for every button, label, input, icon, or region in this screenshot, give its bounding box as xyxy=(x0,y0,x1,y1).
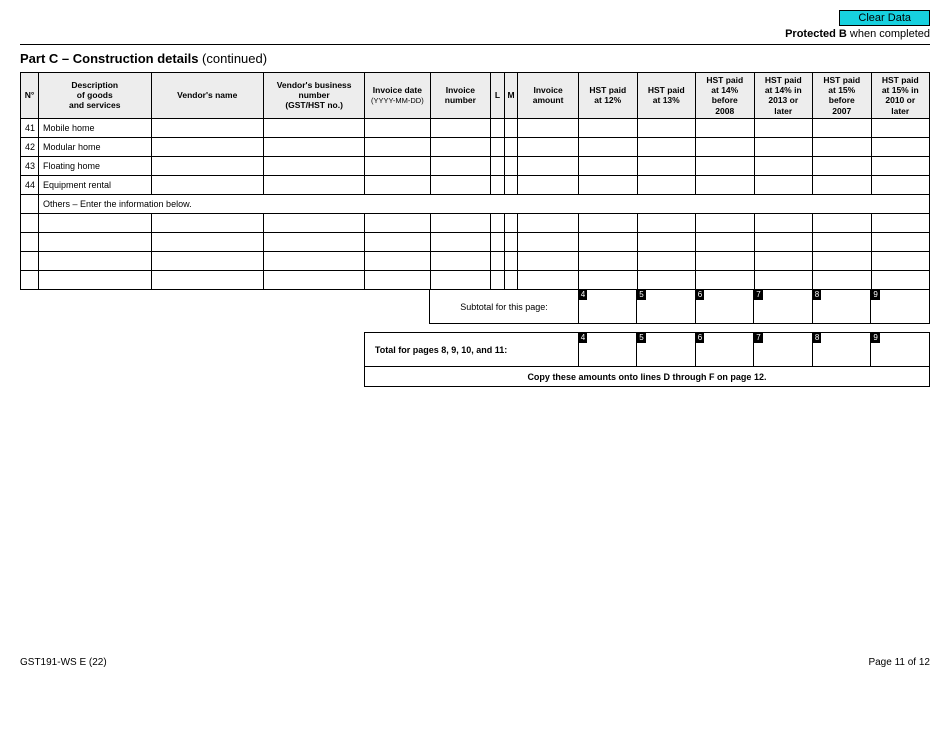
row-num: 44 xyxy=(21,175,39,194)
subtotal-label: Subtotal for this page: xyxy=(430,290,579,324)
col-desc: Descriptionof goodsand services xyxy=(39,73,152,119)
col-m: M xyxy=(504,73,518,119)
col-l: L xyxy=(491,73,505,119)
row-desc: Modular home xyxy=(39,137,152,156)
subtotal-6[interactable]: 6 xyxy=(695,290,754,324)
part-title: Part C – Construction details (continued… xyxy=(20,51,930,66)
table-row[interactable]: 41Mobile home xyxy=(21,118,930,137)
col-n: N° xyxy=(21,73,39,119)
row-num: 42 xyxy=(21,137,39,156)
table-row[interactable] xyxy=(21,232,930,251)
total-5[interactable]: 5 xyxy=(637,333,696,367)
form-id: GST191-WS E (22) xyxy=(20,657,107,668)
subtotal-8[interactable]: 8 xyxy=(812,290,871,324)
col-hst14-later: HST paidat 14% in2013 orlater xyxy=(754,73,813,119)
col-vendor: Vendor's name xyxy=(151,73,264,119)
total-8[interactable]: 8 xyxy=(812,333,871,367)
row-num: 41 xyxy=(21,118,39,137)
col-amt: Invoiceamount xyxy=(518,73,579,119)
col-hst12: HST paidat 12% xyxy=(579,73,638,119)
total-4[interactable]: 4 xyxy=(578,333,637,367)
table-row[interactable]: 44Equipment rental xyxy=(21,175,930,194)
total-6[interactable]: 6 xyxy=(695,333,754,367)
total-7[interactable]: 7 xyxy=(754,333,813,367)
subtotal-5[interactable]: 5 xyxy=(637,290,696,324)
subtotal-7[interactable]: 7 xyxy=(754,290,813,324)
table-header-row: N° Descriptionof goodsand services Vendo… xyxy=(21,73,930,119)
protected-label: Protected B when completed xyxy=(20,28,930,40)
others-label: Others – Enter the information below. xyxy=(39,194,930,213)
total-9[interactable]: 9 xyxy=(871,333,930,367)
row-desc: Mobile home xyxy=(39,118,152,137)
col-hst14-before: HST paidat 14%before2008 xyxy=(696,73,755,119)
table-row[interactable] xyxy=(21,251,930,270)
totals-label: Total for pages 8, 9, 10, and 11: xyxy=(364,333,578,367)
col-hst13: HST paidat 13% xyxy=(637,73,696,119)
construction-table: N° Descriptionof goodsand services Vendo… xyxy=(20,72,930,290)
subtotal-4[interactable]: 4 xyxy=(578,290,637,324)
table-row[interactable] xyxy=(21,270,930,289)
table-row[interactable]: 43Floating home xyxy=(21,156,930,175)
table-row[interactable]: 42Modular home xyxy=(21,137,930,156)
row-num: 43 xyxy=(21,156,39,175)
table-row[interactable] xyxy=(21,213,930,232)
col-inv: Invoicenumber xyxy=(430,73,491,119)
copy-instruction: Copy these amounts onto lines D through … xyxy=(364,367,929,387)
others-row: Others – Enter the information below. xyxy=(21,194,930,213)
subtotal-9[interactable]: 9 xyxy=(871,290,930,324)
col-date: Invoice date(YYYY-MM-DD) xyxy=(365,73,430,119)
page-number: Page 11 of 12 xyxy=(868,657,930,668)
clear-data-button[interactable]: Clear Data xyxy=(839,10,930,26)
totals-section: Total for pages 8, 9, 10, and 11: 4 5 6 … xyxy=(20,332,930,387)
col-hst15-later: HST paidat 15% in2010 orlater xyxy=(871,73,930,119)
col-hst15-before: HST paidat 15%before2007 xyxy=(813,73,872,119)
col-vbn: Vendor's businessnumber(GST/HST no.) xyxy=(264,73,365,119)
subtotal-row: Subtotal for this page: 4 5 6 7 8 9 xyxy=(20,290,930,325)
row-desc: Floating home xyxy=(39,156,152,175)
row-desc: Equipment rental xyxy=(39,175,152,194)
